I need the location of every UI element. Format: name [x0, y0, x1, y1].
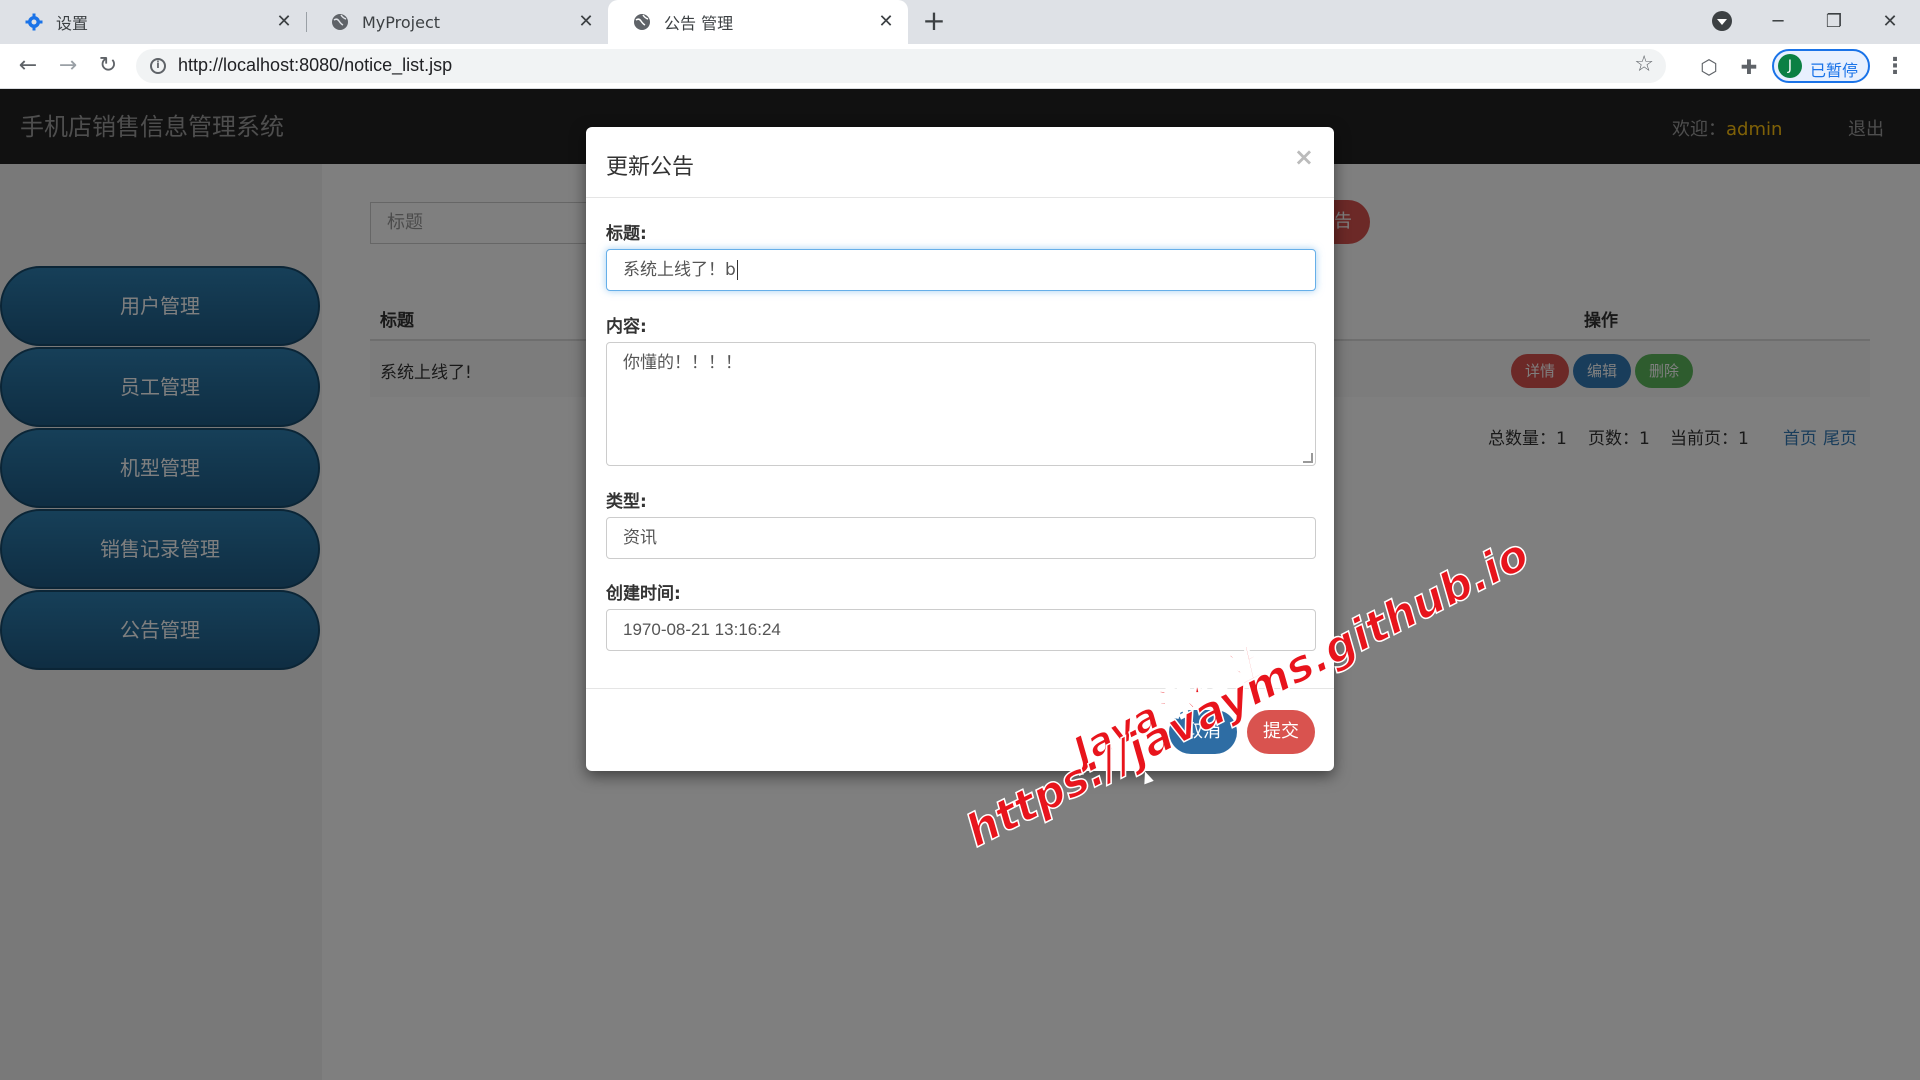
title-input-value: 系统上线了！b	[623, 260, 736, 280]
type-field-label: 类型:	[606, 492, 647, 512]
profile-status: 已暂停	[1810, 61, 1859, 80]
text-caret	[736, 260, 738, 280]
close-icon[interactable]: ✕	[274, 12, 294, 32]
extension-icon[interactable]: ⬡	[1696, 54, 1722, 80]
tab-notice-management[interactable]: 公告 管理 ✕	[608, 0, 908, 44]
tab-label: 设置	[56, 14, 89, 33]
avatar: J	[1778, 54, 1802, 78]
restore-icon[interactable]: ❐	[1818, 6, 1850, 38]
tab-label: 公告 管理	[664, 14, 734, 33]
globe-icon	[632, 12, 652, 32]
created-time-field-label: 创建时间:	[606, 584, 681, 604]
close-icon[interactable]: ✕	[576, 12, 596, 32]
browser-tabstrip: 设置 ✕ MyProject ✕ 公告 管理 ✕ + ─ ❐ ✕	[0, 0, 1920, 44]
address-bar[interactable]: i http://localhost:8080/notice_list.jsp …	[136, 49, 1666, 83]
tab-search-dropdown-icon[interactable]	[1712, 11, 1732, 31]
modal-title: 更新公告	[606, 155, 695, 180]
tab-label: MyProject	[362, 12, 441, 32]
close-icon[interactable]: ✕	[876, 12, 896, 32]
title-input[interactable]: 系统上线了！b	[606, 249, 1316, 291]
forward-arrow-icon[interactable]: →	[52, 50, 84, 82]
url-text[interactable]: http://localhost:8080/notice_list.jsp	[178, 55, 452, 76]
created-time-input[interactable]: 1970-08-21 13:16:24	[606, 609, 1316, 651]
bookmark-star-icon[interactable]: ☆	[1634, 52, 1654, 77]
title-field-label: 标题:	[606, 224, 647, 244]
window-close-icon[interactable]: ✕	[1874, 6, 1906, 38]
type-input[interactable]: 资讯	[606, 517, 1316, 559]
globe-icon	[330, 12, 350, 32]
gear-icon	[24, 12, 44, 32]
close-icon[interactable]: ×	[1294, 143, 1314, 171]
content-textarea[interactable]: 你懂的！！！！	[606, 342, 1316, 466]
profile-paused-button[interactable]: J 已暂停	[1772, 49, 1870, 83]
puzzle-icon[interactable]: ✚	[1736, 54, 1762, 80]
content-textarea-value: 你懂的！！！！	[623, 353, 742, 373]
content-field-label: 内容:	[606, 317, 647, 337]
reload-icon[interactable]: ↻	[92, 50, 124, 82]
minimize-icon[interactable]: ─	[1762, 6, 1794, 38]
resize-handle-icon[interactable]	[1303, 453, 1313, 463]
more-menu-icon[interactable]: ⋮	[1884, 54, 1906, 80]
browser-toolbar: ← → ↻ i http://localhost:8080/notice_lis…	[0, 44, 1920, 89]
tab-settings[interactable]: 设置 ✕	[0, 0, 306, 44]
info-icon[interactable]: i	[150, 58, 166, 74]
back-arrow-icon[interactable]: ←	[12, 50, 44, 82]
tab-myproject[interactable]: MyProject ✕	[306, 0, 608, 44]
modal-header-divider	[586, 197, 1334, 198]
new-tab-plus-icon[interactable]: +	[920, 7, 948, 36]
